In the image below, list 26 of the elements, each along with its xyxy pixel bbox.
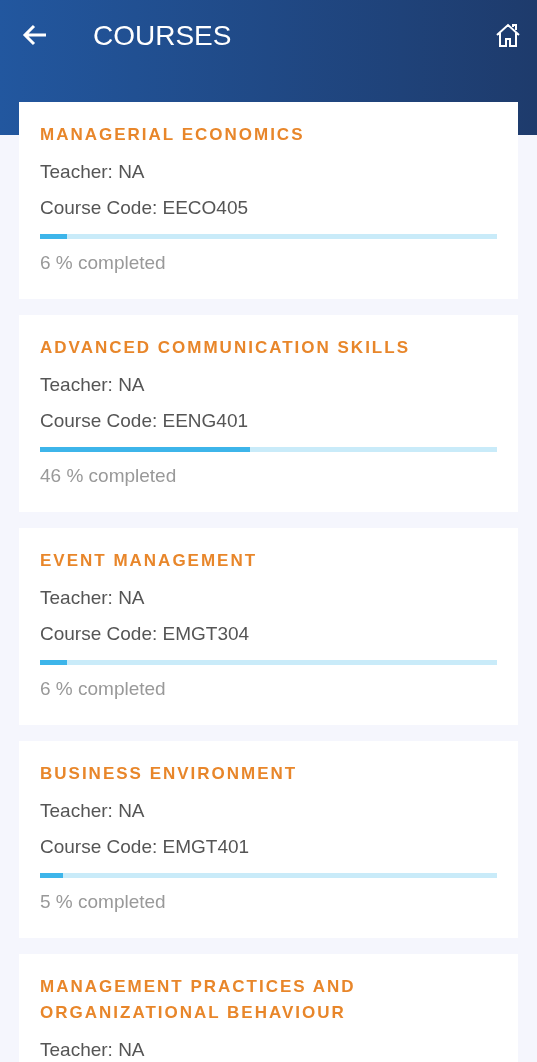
course-title: MANAGEMENT PRACTICES AND ORGANIZATIONAL BEHAVIOUR (40, 976, 357, 1024)
course-card[interactable]: MANAGERIAL ECONOMICS Teacher: NA Course Code: EECO405 6 % completed (19, 102, 518, 299)
teacher-label: Teacher: NA (40, 586, 146, 610)
back-icon[interactable] (22, 24, 48, 46)
course-code: Course Code: EENG401 (40, 409, 250, 433)
teacher-label: Teacher: NA (40, 799, 146, 823)
course-title: ADVANCED COMMUNICATION SKILLS (40, 337, 411, 359)
course-code: Course Code: EECO405 (40, 196, 250, 220)
progress-text: 5 % completed (40, 890, 167, 914)
course-title: MANAGERIAL ECONOMICS (40, 124, 306, 146)
course-card[interactable]: MANAGEMENT PRACTICES AND ORGANIZATIONAL BEHAVIOUR Teacher: NA (19, 954, 518, 1062)
teacher-label: Teacher: NA (40, 373, 146, 397)
page-title: COURSES (93, 20, 232, 52)
teacher-label: Teacher: NA (40, 160, 146, 184)
home-icon[interactable] (495, 22, 521, 48)
teacher-label: Teacher: NA (40, 1038, 146, 1062)
course-title: BUSINESS ENVIRONMENT (40, 763, 299, 785)
course-card[interactable]: BUSINESS ENVIRONMENT Teacher: NA Course Code: EMGT401 5 % completed (19, 741, 518, 938)
course-title: EVENT MANAGEMENT (40, 550, 259, 572)
progress-text: 46 % completed (40, 464, 178, 488)
progress-text: 6 % completed (40, 677, 167, 701)
course-code: Course Code: EMGT304 (40, 622, 251, 646)
progress-text: 6 % completed (40, 251, 167, 275)
course-card[interactable]: EVENT MANAGEMENT Teacher: NA Course Code: EMGT304 6 % completed (19, 528, 518, 725)
course-card[interactable]: ADVANCED COMMUNICATION SKILLS Teacher: NA Course Code: EENG401 46 % completed (19, 315, 518, 512)
course-code: Course Code: EMGT401 (40, 835, 251, 859)
